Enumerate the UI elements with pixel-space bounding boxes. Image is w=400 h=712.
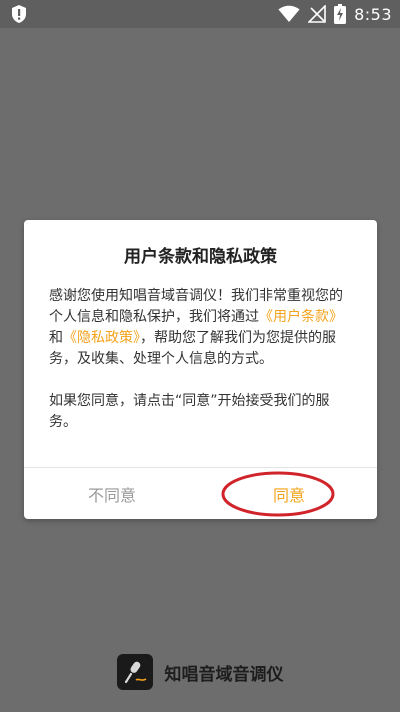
body-text: 和 — [49, 330, 63, 346]
dialog-paragraph-2: 如果您同意，请点击“同意”开始接受我们的服务。 — [49, 393, 330, 430]
privacy-dialog: 用户条款和隐私政策 感谢您使用知唱音域音调仪！我们非常重视您的个人信息和隐私保护… — [24, 220, 377, 519]
user-terms-link[interactable]: 《用户条款》 — [259, 309, 343, 325]
app-branding: 知唱音域音调仪 — [0, 650, 400, 694]
status-icons: 8:53 — [278, 3, 392, 25]
no-signal-icon — [308, 5, 326, 23]
agree-button[interactable]: 同意 — [201, 468, 377, 519]
dialog-title: 用户条款和隐私政策 — [124, 247, 277, 267]
dialog-paragraph-1: 感谢您使用知唱音域音调仪！我们非常重视您的个人信息和隐私保护，我们将通过《用户条… — [49, 286, 354, 370]
dialog-body: 感谢您使用知唱音域音调仪！我们非常重视您的个人信息和隐私保护，我们将通过《用户条… — [49, 286, 354, 433]
disagree-button[interactable]: 不同意 — [24, 468, 200, 519]
microphone-app-icon — [116, 654, 153, 690]
app-screen: 8:53 用户条款和隐私政策 感谢您使用知唱音域音调仪！我们非常重视您的个人信息… — [0, 0, 400, 712]
status-bar: 8:53 — [0, 0, 400, 28]
alert-icon — [10, 4, 28, 24]
battery-charging-icon — [334, 4, 347, 24]
status-time: 8:53 — [354, 4, 392, 24]
app-name: 知唱音域音调仪 — [164, 664, 284, 685]
wifi-icon — [278, 5, 300, 23]
privacy-policy-link[interactable]: 《隐私政策》 — [63, 330, 140, 346]
